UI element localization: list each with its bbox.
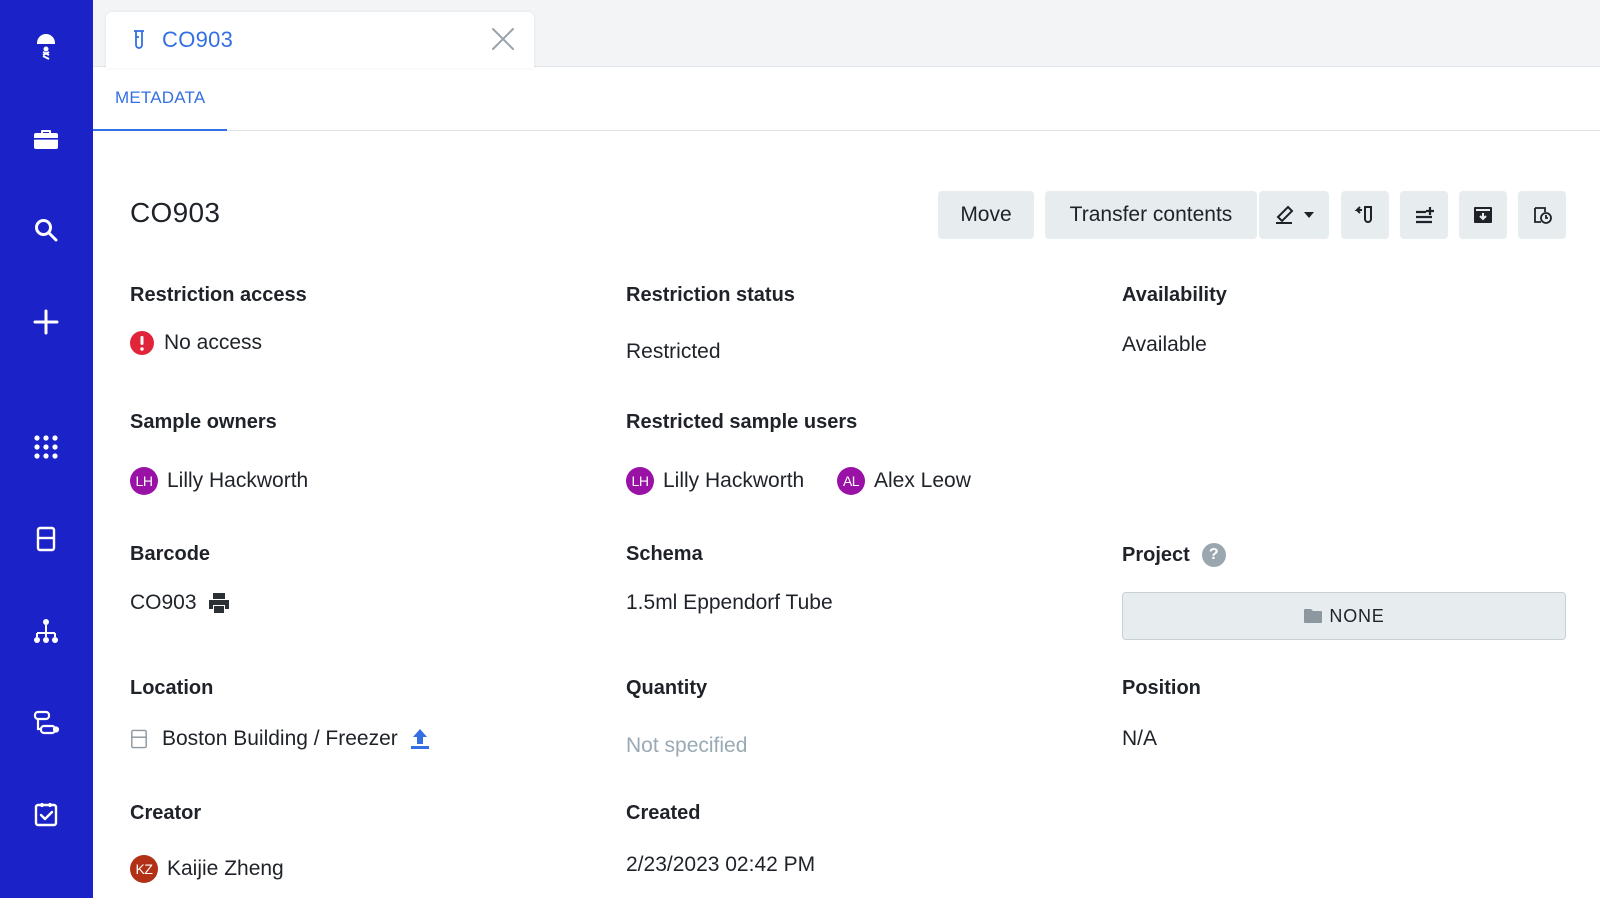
- archive-button[interactable]: [1459, 191, 1507, 239]
- storage-box-icon[interactable]: [22, 515, 70, 563]
- restricted-users-label: Restricted sample users: [626, 411, 858, 433]
- restriction-access-value: No access: [130, 331, 262, 355]
- sidebar: [0, 0, 93, 898]
- quantity-value[interactable]: Not specified: [626, 734, 747, 758]
- move-button[interactable]: Move: [938, 191, 1034, 239]
- pipette-dropdown-button[interactable]: [1259, 191, 1329, 239]
- printer-icon[interactable]: [207, 591, 231, 615]
- creator-chip[interactable]: KZ Kaijie Zheng: [130, 855, 284, 883]
- task-checklist-icon[interactable]: [22, 790, 70, 838]
- availability-label: Availability: [1122, 284, 1227, 306]
- search-icon[interactable]: [22, 206, 70, 254]
- avatar: AL: [837, 467, 865, 495]
- availability-value: Available: [1122, 333, 1207, 356]
- list-add-icon: [1416, 207, 1434, 224]
- plus-icon[interactable]: [22, 298, 70, 346]
- created-value: 2/23/2023 02:42 PM: [626, 853, 816, 876]
- restriction-status-value: Restricted: [626, 340, 721, 363]
- restricted-user-chip[interactable]: AL Alex Leow: [837, 467, 971, 495]
- restricted-user-chip[interactable]: LH Lilly Hackworth: [626, 467, 804, 495]
- hierarchy-icon[interactable]: [22, 607, 70, 655]
- error-icon: [130, 331, 154, 355]
- project-label: Project: [1122, 543, 1190, 566]
- project-select-button[interactable]: NONE: [1122, 592, 1566, 640]
- created-label: Created: [626, 802, 701, 824]
- pipette-icon: [1276, 205, 1294, 224]
- chevron-down-icon: [1304, 212, 1314, 218]
- sample-owners-label: Sample owners: [130, 411, 277, 433]
- history-button[interactable]: [1518, 191, 1566, 239]
- location-value-row: Boston Building / Freezer: [130, 727, 432, 751]
- subtab-bar: METADATA: [93, 67, 1600, 131]
- help-icon[interactable]: ?: [1201, 543, 1226, 567]
- tab-strip: CO903: [93, 0, 1600, 68]
- barcode-value-row: CO903: [130, 591, 231, 615]
- storage-box-icon: [131, 729, 147, 749]
- sample-owner-chip[interactable]: LH Lilly Hackworth: [130, 467, 308, 495]
- restriction-access-text: No access: [164, 331, 263, 354]
- tab-title: CO903: [162, 27, 234, 52]
- barcode-value: CO903: [130, 591, 197, 614]
- project-value: NONE: [1329, 605, 1385, 626]
- quantity-label: Quantity: [626, 677, 708, 699]
- restricted-user-name: Lilly Hackworth: [663, 469, 805, 492]
- position-value: N/A: [1122, 727, 1158, 750]
- page-title: CO903: [130, 197, 221, 228]
- logo-icon[interactable]: [22, 22, 70, 70]
- archive-down-icon: [1474, 207, 1492, 223]
- schema-label: Schema: [626, 543, 703, 565]
- tab-metadata[interactable]: METADATA: [93, 67, 228, 131]
- avatar: LH: [626, 467, 654, 495]
- project-label-row: Project ?: [1122, 543, 1226, 567]
- restricted-user-name: Alex Leow: [874, 469, 971, 492]
- position-label: Position: [1122, 677, 1201, 699]
- tube-action-button[interactable]: [1341, 191, 1389, 239]
- avatar: LH: [130, 467, 158, 495]
- barcode-label: Barcode: [130, 543, 211, 565]
- location-label: Location: [130, 677, 214, 699]
- add-list-button[interactable]: [1400, 191, 1448, 239]
- transfer-contents-button[interactable]: Transfer contents: [1045, 191, 1257, 239]
- creator-label: Creator: [130, 802, 202, 824]
- creator-name: Kaijie Zheng: [167, 857, 284, 880]
- sample-owner-name: Lilly Hackworth: [167, 469, 309, 492]
- workflow-icon[interactable]: [22, 699, 70, 747]
- folder-icon: [1304, 609, 1323, 623]
- restriction-status-label: Restriction status: [626, 284, 795, 306]
- close-icon[interactable]: [490, 26, 516, 52]
- schema-value[interactable]: 1.5ml Eppendorf Tube: [626, 591, 833, 615]
- sample-tube-icon: [134, 30, 144, 49]
- upload-icon[interactable]: [408, 727, 432, 751]
- location-path[interactable]: Boston Building / Freezer: [162, 727, 398, 751]
- briefcase-icon[interactable]: [22, 114, 70, 162]
- restriction-access-label: Restriction access: [130, 284, 307, 306]
- history-icon: [1534, 207, 1552, 224]
- avatar: KZ: [130, 855, 158, 883]
- tube-return-icon: [1354, 206, 1372, 223]
- apps-grid-icon[interactable]: [22, 423, 70, 471]
- document-tab[interactable]: CO903: [106, 12, 534, 68]
